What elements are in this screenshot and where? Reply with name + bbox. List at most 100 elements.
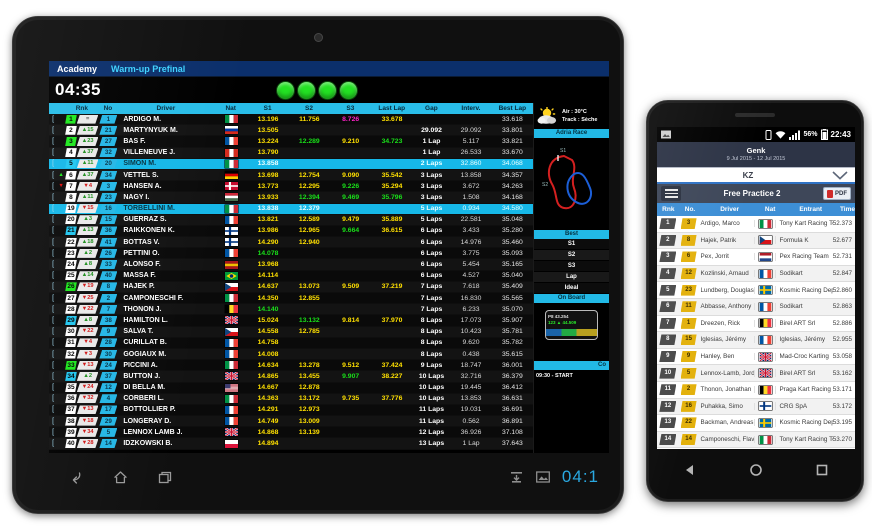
column-header[interactable]: S2 [288,105,329,112]
table-row[interactable]: [29 ▲8 38 HAMILTON L. 15.024 13.132 9.814 37.97… [49,315,533,327]
back-triangle-icon[interactable] [683,463,697,477]
table-row[interactable]: [3 ▲23 27 BAS F. 13.224 12.289 9.210 34.723 1 La… [49,136,533,148]
list-item[interactable]: 1526Dalè, AndreaDalè, Andrea53.546 [657,448,855,449]
phone-number-badge: 14 [679,434,699,446]
table-row[interactable]: [19 ▼15 16 TORBELLINI M. 13.838 12.379 5 Laps 0… [49,203,533,215]
list-item[interactable]: 5 23 Lundberg, Douglas Kosmic Racing Dept 52… [657,282,855,299]
nationality-flag-icon [215,171,247,180]
position-badge: 31 [65,338,77,348]
track-map[interactable]: S1 S2 [534,138,609,230]
table-row[interactable]: [28 ▼22 7 THONON J. 14.140 7 Laps 6.233 35.070 [49,304,533,316]
table-row[interactable]: [37 ▼13 17 BOTTOLLIER P. 14.291 12.973 11 Laps… [49,404,533,417]
table-row[interactable]: [27 ▼25 2 CAMPONESCHI F. 14.350 12.855 7 Laps 1… [49,293,533,305]
table-row[interactable]: [5 ▲11 20 SIMON M. 13.858 2 Laps 32.860 34.068 [49,158,533,170]
gap-value: 3 Laps [420,171,443,179]
home-circle-icon[interactable] [749,463,763,477]
positions-gained-badge: ▲23 [76,136,99,146]
column-header[interactable]: Nat [215,105,247,112]
table-row[interactable]: [24 ▲8 33 ALONSO F. 13.968 6 Laps 5.454 35.165 [49,259,533,271]
pit-bracket-icon: [ [52,205,55,213]
column-header[interactable]: Driver [117,105,214,112]
table-row[interactable]: [20 ▲3 15 GUERRAZ S. 13.821 12.589 9.479 35.889… [49,214,533,226]
pdf-button[interactable]: PDF [823,187,851,200]
phone-column-header[interactable]: Driver [700,206,758,213]
screenshot-icon[interactable] [535,471,550,483]
download-icon[interactable] [509,470,524,485]
sector2-time: 12.754 [298,171,320,179]
table-row[interactable]: [23 ▲2 26 PETTINI O. 14.078 6 Laps 3.775 35.093 [49,248,533,260]
table-row[interactable]: [40 ▼28 14 IDZKOWSKI B. 14.894 13 Laps 1 Lap 37… [49,438,533,450]
column-header[interactable]: Rnk [65,105,98,112]
column-header[interactable]: Last Lap [371,105,412,112]
onboard-panel[interactable]: P8 43.254 123 ▲ 44.509 [534,303,609,361]
home-icon[interactable] [112,469,129,486]
best-lap-time: 35.460 [501,238,523,246]
table-row[interactable]: [25 ▲14 40 MASSA F. 14.114 6 Laps 4.527 35.040 [49,270,533,282]
table-row[interactable]: [▼ 7 ▼4 3 HANSEN A. 13.773 12.295 9.226 35.294 3 … [49,181,533,193]
schedule-entry: 09:30 - START [536,373,573,379]
best-lap-time: 35.907 [501,316,523,324]
chevron-down-icon[interactable] [832,170,848,180]
phone-driver-name: Abbasse, Anthony [699,303,755,311]
table-row[interactable]: [33 ▼13 24 PICCINI A. 14.634 13.278 9.512 37.42… [49,360,533,372]
phone-column-header[interactable]: Entrant [781,206,839,213]
table-row[interactable]: [26 ▼19 8 HAJEK P. 14.637 13.073 9.509 37.219 7 … [49,281,533,293]
table-row[interactable]: [21 ▲13 36 RAIKKONEN K. 13.986 12.965 9.664 36.… [49,225,533,238]
phone-driver-name: Hajek, Patrik [699,236,755,244]
list-item[interactable]: 12 16 Puhakka, Simo CRG SpA 53.172 [657,398,855,416]
gap-value: 8 Laps [420,316,443,324]
phone-nationality-flag-icon [755,385,777,394]
table-row[interactable]: [▲ 6 ▲37 34 VETTEL S. 13.698 12.754 9.090 35.542… [49,169,533,182]
best-time-row: S1 [534,239,609,250]
list-item[interactable]: 6 11 Abbasse, Anthony Sodikart 52.863 [657,298,855,316]
list-item[interactable]: 2 8 Hajek, Patrik Formula K 52.677 [657,232,855,250]
phone-column-header[interactable]: Nat [759,206,782,213]
phone-column-header[interactable]: Rnk [657,206,680,213]
nationality-flag-icon [215,439,247,448]
table-row[interactable]: [39 ▼34 5 LENNOX LAMB J. 14.868 13.139 12 Laps… [49,427,533,439]
table-row[interactable]: [4 ▲37 32 VILLENEUVE J. 13.790 1 Lap 26.533 33.… [49,147,533,159]
column-header[interactable]: S3 [330,105,371,112]
column-header[interactable]: No [98,105,117,112]
table-row[interactable]: [8 ▲11 23 NAGY I. 13.933 12.394 9.469 35.796 3 L… [49,192,533,204]
table-row[interactable]: [36 ▼32 4 CORBERI L. 14.363 13.172 9.735 37.776… [49,393,533,405]
class-selector[interactable]: KZ [657,167,855,184]
sector2-time: 12.973 [298,406,320,414]
table-row[interactable]: [2 ▲15 21 MARTYNYUK M. 13.505 29.092 29.092 33.… [49,125,533,137]
recents-square-icon[interactable] [815,463,829,477]
recents-icon[interactable] [157,469,174,486]
phone-column-header[interactable]: Time [840,206,855,213]
phone-table-body[interactable]: 13Ardigo, MarcoTony Kart Racing Team52.3… [657,216,855,449]
list-item[interactable]: 13Ardigo, Marco Tony Kart Racing Team52.3… [657,216,855,233]
table-row[interactable]: [30 ▼22 9 SALVA T. 14.558 12.785 8 Laps 10.423 3… [49,326,533,338]
table-row[interactable]: [22 ▲18 41 BOTTAS V. 14.290 12.940 6 Laps 14.97… [49,237,533,249]
table-row[interactable]: [1 = 1 ARDIGO M. 13.196 11.756 8.726 33.678 33.6… [49,114,533,126]
timing-table-body[interactable]: [1 = 1 ARDIGO M. 13.196 11.756 8.726 33.678 33.6… [49,114,533,450]
back-icon[interactable] [67,469,84,486]
list-item[interactable]: 7 1 Dreezen, Rick Birel ART Srl 52.886 [657,315,855,333]
table-row[interactable]: [34 ▲2 37 BUTTON J. 14.865 13.455 9.907 38.227 1… [49,371,533,383]
interval-value: 3.672 [462,182,480,190]
list-item[interactable]: 11 2 Thonon, Jonathan Praga Kart Racing 53.1… [657,381,855,399]
pit-bracket-icon: [ [52,227,55,235]
list-item[interactable]: 13 22 Backman, Andreas Kosmic Racing Dept 53… [657,415,855,432]
sector2-time: 12.379 [298,205,320,213]
column-header[interactable]: S1 [247,105,288,112]
column-header[interactable]: Interv. [450,105,491,112]
column-header[interactable]: Best Lap [492,105,533,112]
table-row[interactable]: [32 ▼3 30 GOGIAUX M. 14.008 8 Laps 0.438 35.615 [49,348,533,361]
table-row[interactable]: [38 ▼18 29 LONGERAY D. 14.749 13.009 11 Laps 0.… [49,416,533,428]
list-item[interactable]: 9 9 Hanley, Ben Mad-Croc Karting 53.058 [657,348,855,366]
list-item[interactable]: 8 15 Iglesias, Jérémy Iglesias, Jérémy 52.95… [657,332,855,349]
hamburger-icon[interactable] [661,186,681,201]
driver-name: HAMILTON L. [123,316,168,324]
column-header[interactable]: Gap [412,105,450,112]
list-item[interactable]: 3 6 Pex, Jorrit Pex Racing Team 52.731 [657,249,855,266]
phone-column-header[interactable]: No. [680,206,701,213]
table-row[interactable]: [31 ▼4 28 CURILLAT B. 14.758 8 Laps 9.620 35.78… [49,337,533,349]
nationality-flag-icon [215,361,247,370]
table-row[interactable]: [35 ▼24 12 DI BELLA M. 14.667 12.878 10 Laps 19… [49,382,533,394]
list-item[interactable]: 14 14 Camponeschi, Flavio Tony Kart Racing … [657,431,855,449]
list-item[interactable]: 105Lennox-Lamb, Jordon Birel ART Srl 53.16… [657,365,855,382]
list-item[interactable]: 4 12 Kozlinski, Arnaud Sodikart 52.847 [657,265,855,283]
